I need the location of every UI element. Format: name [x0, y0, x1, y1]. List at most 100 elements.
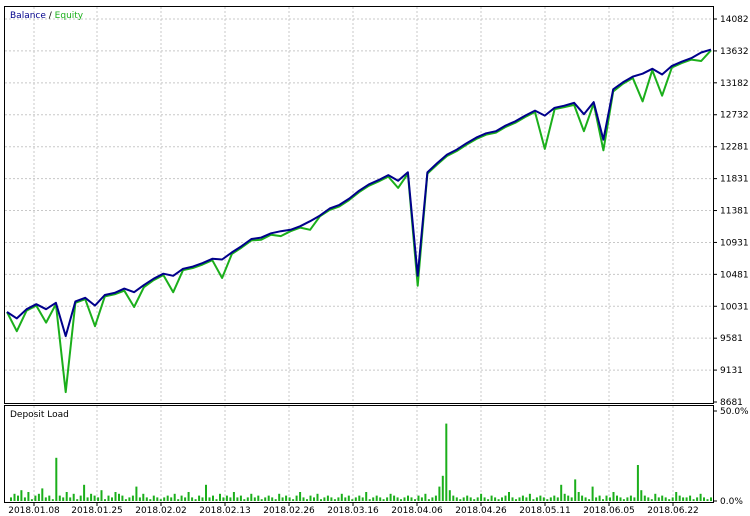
deposit-load-bar: [83, 484, 86, 501]
deposit-load-bar: [487, 499, 490, 501]
x-tick-label: 2018.06.22: [647, 506, 699, 516]
deposit-load-bar: [661, 495, 664, 501]
deposit-load-bar: [539, 495, 542, 501]
deposit-load-bar: [612, 492, 615, 501]
deposit-load-bar: [643, 495, 646, 501]
deposit-load-bar: [389, 493, 392, 501]
deposit-load-bar: [243, 499, 246, 501]
y-tick-label: 11831: [720, 175, 749, 185]
deposit-load-bar: [525, 497, 528, 501]
deposit-load-bar: [494, 497, 497, 501]
x-tick-label: 2018.04.06: [391, 506, 443, 516]
deposit-load-bar: [337, 497, 340, 501]
deposit-load-bar: [27, 492, 30, 501]
main-y-axis: 14082 13632 13182 12732 12281 11831 11381 10931…: [713, 15, 749, 408]
deposit-load-bar: [118, 493, 120, 501]
deposit-load-bar: [671, 497, 674, 501]
deposit-load-bar: [473, 499, 476, 501]
deposit-y-tick-label: 50.0%: [720, 407, 749, 417]
deposit-load-bar: [410, 497, 413, 501]
deposit-load-bar: [260, 499, 263, 501]
x-tick-label: 2018.03.16: [327, 506, 379, 516]
deposit-load-bar: [515, 499, 517, 501]
strategy-tester-graph: 14082 13632 13182 12732 12281 11831 11381 10931…: [0, 0, 750, 516]
deposit-load-bar: [626, 497, 629, 501]
deposit-y-tick-label: 0.0%: [720, 497, 743, 507]
deposit-load-bar: [166, 495, 169, 501]
deposit-load-bar: [358, 495, 361, 501]
deposit-load-bar: [466, 495, 469, 501]
y-tick-label: 13632: [720, 47, 749, 57]
deposit-load-bar: [326, 495, 329, 501]
deposit-load-bar: [58, 495, 61, 501]
deposit-load-bar: [567, 495, 570, 501]
deposit-load-bar: [438, 486, 441, 501]
deposit-load-bar: [37, 493, 40, 501]
deposit-load-bar: [135, 486, 138, 501]
deposit-load-bar: [100, 490, 103, 501]
deposit-load-bar: [431, 497, 434, 501]
deposit-load-bar: [518, 497, 521, 501]
deposit-load-bar: [577, 492, 580, 501]
deposit-panel-frame: [4, 405, 714, 503]
deposit-load-bar: [546, 499, 549, 501]
deposit-load-bar: [232, 492, 235, 501]
deposit-load-bar: [225, 495, 228, 501]
deposit-load-bar: [86, 497, 89, 501]
deposit-load-bar: [152, 495, 155, 501]
deposit-load-bar: [508, 492, 510, 501]
deposit-load-bar: [10, 497, 12, 501]
deposit-load-bar: [420, 497, 423, 501]
deposit-load-bar: [180, 495, 183, 501]
deposit-load-bar: [306, 499, 308, 501]
deposit-load-bar: [145, 497, 148, 501]
deposit-load-bar: [528, 493, 531, 501]
deposit-load-bar: [313, 497, 315, 501]
deposit-load-bar: [121, 495, 124, 501]
deposit-load-bar: [253, 497, 256, 501]
y-tick-label: 10481: [720, 270, 749, 280]
deposit-load-bar: [177, 499, 180, 501]
deposit-load-bar: [288, 497, 291, 501]
deposit-load-bar: [23, 497, 26, 501]
x-tick-label: 2018.05.11: [519, 506, 571, 516]
deposit-load-bar: [414, 499, 416, 501]
deposit-load-bar: [563, 493, 566, 501]
legend-separator: /: [46, 11, 55, 21]
deposit-load-bar: [386, 497, 389, 501]
deposit-load-bar: [236, 497, 239, 501]
deposit-load-bar: [452, 495, 455, 501]
deposit-load-bar: [375, 495, 378, 501]
deposit-load-bar: [459, 499, 462, 501]
deposit-load-bar: [41, 488, 44, 501]
deposit-load-bar: [640, 490, 643, 501]
deposit-load-bar: [201, 497, 204, 501]
deposit-load-bar: [344, 497, 347, 501]
y-tick-label: 9131: [720, 366, 743, 376]
deposit-load-bar: [497, 499, 500, 501]
deposit-load-bar: [62, 497, 65, 501]
deposit-load-bar: [434, 495, 437, 501]
deposit-load-bar: [581, 495, 584, 501]
y-tick-label: 12732: [720, 111, 749, 121]
deposit-load-bar: [685, 497, 688, 501]
deposit-load-bar: [365, 492, 368, 501]
deposit-load-bar: [163, 497, 166, 501]
deposit-load-bar: [636, 465, 639, 501]
deposit-load-bar: [588, 499, 591, 501]
deposit-load-bar: [156, 497, 159, 501]
deposit-load-bar: [138, 497, 141, 501]
chart-canvas: 14082 13632 13182 12732 12281 11831 11381 10931…: [4, 6, 749, 516]
deposit-load-bar: [403, 497, 406, 501]
x-tick-label: 2018.01.08: [8, 506, 60, 516]
deposit-load-bar: [689, 495, 692, 501]
deposit-load-bar: [619, 497, 622, 501]
legend-balance-label: Balance: [10, 11, 46, 21]
deposit-load-bar: [187, 492, 190, 501]
deposit-load-bar: [90, 493, 93, 501]
deposit-load-bar: [616, 495, 618, 501]
deposit-panel-title: Deposit Load: [10, 410, 69, 420]
deposit-load-bar: [521, 495, 524, 501]
deposit-load-bar: [448, 490, 451, 501]
deposit-load-bar: [93, 495, 96, 501]
